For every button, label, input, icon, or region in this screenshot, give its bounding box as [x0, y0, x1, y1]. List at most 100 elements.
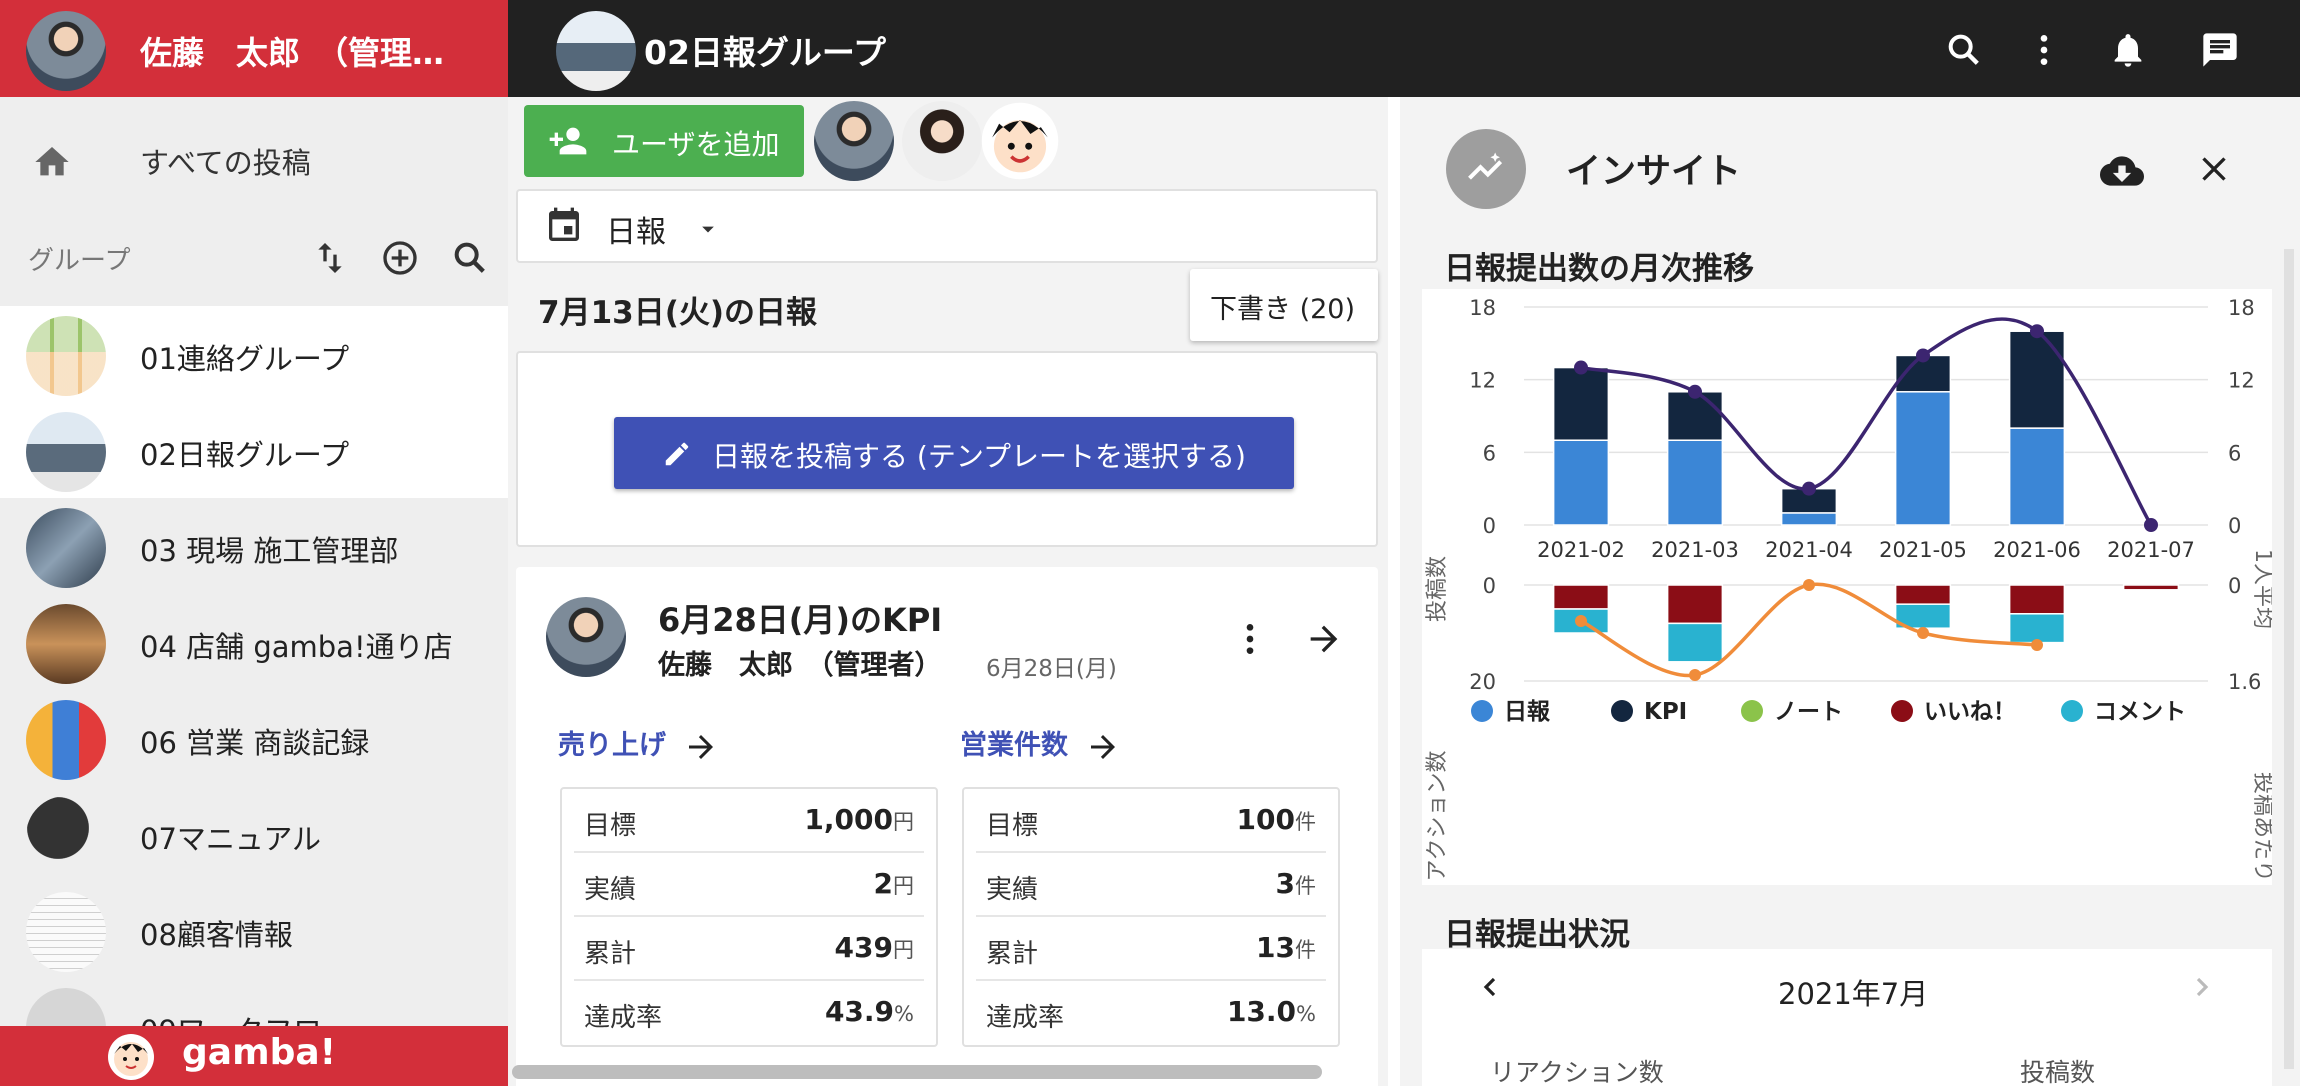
kpi-row: 達成率 43.9%	[574, 981, 924, 1045]
group-avatar	[26, 892, 106, 972]
group-avatar	[26, 508, 106, 588]
kpi-key: 実績	[986, 875, 1039, 905]
sort-icon[interactable]	[310, 238, 350, 278]
add-user-button[interactable]: ユーザを追加	[524, 105, 804, 177]
per-post-line	[1580, 582, 2038, 678]
groups-header-label: グループ	[28, 246, 131, 276]
chevron-right-icon[interactable]	[2186, 971, 2218, 1003]
kpi-unit: 円	[893, 874, 914, 898]
brand-logo-text: gamba!	[182, 1032, 337, 1073]
more-vert-icon[interactable]	[2024, 30, 2064, 70]
kpi-post-card: 6月28日(月)のKPI 佐藤 太郎 （管理者） 6月28日(月) 売り上げ 営…	[516, 567, 1378, 1086]
x-tick-label: 2021-05	[1879, 538, 1967, 562]
right-scroll-track[interactable]	[2284, 249, 2294, 1069]
kpi-deals-link[interactable]: 営業件数	[960, 723, 1121, 765]
user-avatar[interactable]	[26, 11, 106, 91]
group-item-06[interactable]: 06 営業 商談記録	[0, 690, 508, 786]
y2-axis-label: 1人平均	[2250, 549, 2272, 629]
group-label: 08顧客情報	[140, 918, 293, 952]
group-item-04[interactable]: 04 店舗 gamba!通り店	[0, 594, 508, 690]
avg-point	[1574, 360, 1588, 375]
per-post-point	[2031, 639, 2043, 651]
post-title[interactable]: 6月28日(月)のKPI	[658, 595, 942, 641]
group-title: 02日報グループ	[644, 33, 886, 72]
legend-label: いいね！	[1924, 699, 2016, 725]
avg-line	[1580, 317, 2153, 526]
group-item-03[interactable]: 03 現場 施工管理部	[0, 498, 508, 594]
sidebar: 佐藤 太郎 （管理… すべての投稿 グループ 01連絡グループ 02日報グループ…	[0, 0, 508, 1086]
member-avatar[interactable]	[980, 101, 1060, 181]
avg-point	[1916, 348, 1930, 363]
drafts-label: 下書き (20)	[1210, 294, 1356, 325]
drafts-button[interactable]: 下書き (20)	[1190, 269, 1378, 341]
more-vert-icon[interactable]	[1230, 619, 1270, 659]
kpi-sales-link[interactable]: 売り上げ	[558, 723, 719, 765]
y-axis-label: 投稿数	[1425, 556, 1450, 622]
kpi-value: 13	[1256, 931, 1295, 964]
notification-bell-icon[interactable]	[2108, 30, 2148, 70]
post-date: 6月28日(月)	[986, 656, 1117, 682]
kpi-value: 439	[834, 931, 893, 964]
home-icon	[35, 147, 69, 176]
kpi-row: 目標 1,000円	[574, 789, 924, 853]
group-label: 02日報グループ	[140, 438, 350, 472]
search-icon[interactable]	[1944, 30, 1984, 70]
cloud-download-icon[interactable]	[2100, 149, 2144, 193]
kpi-value: 3	[1275, 867, 1295, 900]
author-avatar[interactable]	[546, 597, 626, 677]
gamba-face-logo-icon	[108, 1034, 154, 1080]
group-item-02[interactable]: 02日報グループ	[0, 402, 508, 498]
group-avatar[interactable]	[556, 11, 636, 91]
bar-KPI	[2008, 330, 2066, 429]
arrow-forward-icon	[1091, 734, 1116, 759]
dropdown-arrow-icon	[702, 226, 714, 233]
post-report-button[interactable]: 日報を投稿する (テンプレートを選択する)	[614, 417, 1294, 489]
add-group-icon[interactable]	[380, 238, 420, 278]
kpi-key: 実績	[584, 875, 637, 905]
per-post-point	[1689, 669, 1701, 681]
avg-point	[1688, 384, 1702, 399]
x-tick-label: 2021-07	[2107, 538, 2195, 562]
kpi-unit: %	[894, 1002, 914, 1026]
calendar-icon	[549, 207, 579, 241]
legend-label: コメント	[2094, 699, 2186, 725]
bar-日報	[2008, 427, 2066, 526]
member-avatar[interactable]	[902, 101, 982, 181]
kpi-value: 13.0	[1226, 995, 1297, 1028]
kpi-unit: 円	[893, 938, 914, 962]
per-post-point	[1575, 615, 1587, 627]
insight-panel: インサイト 日報提出数の月次推移 投稿数 1人平均 リアクション数 投稿あたり …	[1400, 97, 2300, 1086]
horizontal-scrollbar[interactable]	[512, 1065, 1322, 1079]
group-item-07[interactable]: 07マニュアル	[0, 786, 508, 882]
kpi-row: 実績 2円	[574, 853, 924, 917]
search-group-icon[interactable]	[450, 238, 490, 278]
kpi-value: 43.9	[824, 995, 895, 1028]
bar-いいね！	[2008, 584, 2066, 615]
x-tick-label: 2021-06	[1993, 538, 2081, 562]
legend-swatch	[1741, 700, 1763, 722]
post-area: 日報を投稿する (テンプレートを選択する)	[516, 351, 1378, 547]
chat-icon[interactable]	[2200, 30, 2240, 70]
pencil-icon	[665, 442, 689, 466]
per-post-point	[1917, 627, 1929, 639]
bar-KPI	[1552, 366, 1610, 441]
group-label: 03 現場 施工管理部	[140, 534, 399, 568]
close-icon[interactable]	[2194, 149, 2234, 189]
bar-コメント	[1666, 622, 1724, 663]
report-type-select[interactable]: 日報	[516, 189, 1378, 263]
insight-avatar	[1446, 129, 1526, 209]
user-header[interactable]: 佐藤 太郎 （管理…	[0, 0, 508, 97]
post-author: 佐藤 太郎 （管理者）	[658, 650, 942, 681]
nav-all-posts[interactable]: すべての投稿	[0, 120, 508, 200]
kpi-value: 1,000	[804, 803, 893, 836]
y-axis-label-reactions: リアクション数	[1425, 751, 1450, 885]
feed-panel: ユーザを追加 日報 7月13日(火)の日報 下書き (20) 日報を投稿する (…	[508, 97, 1388, 1086]
arrow-forward-icon[interactable]	[1304, 619, 1344, 659]
chevron-left-icon[interactable]	[1474, 971, 1506, 1003]
group-item-08[interactable]: 08顧客情報	[0, 882, 508, 978]
kpi-key: 達成率	[584, 1003, 663, 1033]
member-avatar[interactable]	[814, 101, 894, 181]
group-item-01[interactable]: 01連絡グループ	[0, 306, 508, 402]
group-avatar	[26, 700, 106, 780]
kpi-row: 累計 13件	[976, 917, 1326, 981]
